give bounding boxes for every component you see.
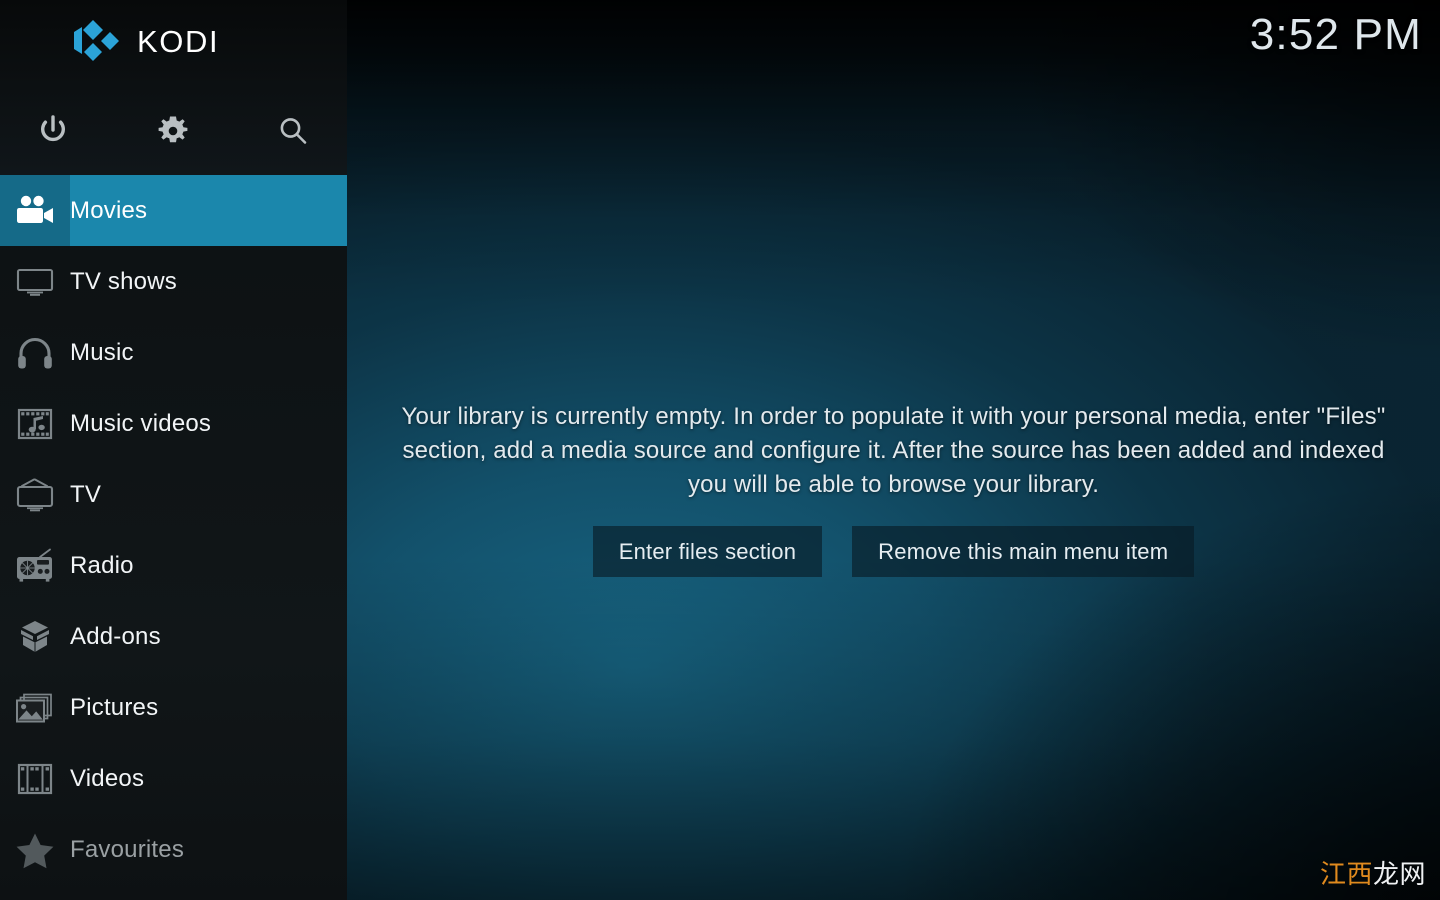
watermark-part-2: 龙网	[1372, 860, 1426, 890]
film-strip-icon-wrap	[0, 743, 70, 814]
power-button[interactable]	[30, 108, 76, 154]
sidebar-item-label: Radio	[70, 551, 134, 579]
photos-icon	[16, 693, 52, 722]
sidebar-item-pictures[interactable]: Pictures	[0, 672, 347, 743]
settings-button[interactable]	[150, 108, 196, 154]
film-strip-icon	[17, 763, 53, 794]
watermark: 江西龙网	[1320, 862, 1426, 888]
sidebar-item-music-videos[interactable]: Music videos	[0, 388, 347, 459]
empty-library-actions: Enter files section Remove this main men…	[394, 526, 1394, 577]
film-note-icon-wrap	[0, 388, 70, 459]
sidebar-item-movies[interactable]: Movies	[0, 175, 347, 246]
sidebar-item-label: Videos	[70, 764, 145, 792]
sidebar-item-label: Add-ons	[70, 622, 161, 650]
sidebar-item-label: Music	[70, 338, 134, 366]
search-icon	[280, 118, 307, 144]
sidebar-item-tv[interactable]: TV	[0, 459, 347, 530]
search-button[interactable]	[270, 108, 316, 154]
power-icon	[41, 115, 65, 142]
sidebar-item-label: Favourites	[70, 835, 185, 863]
headphones-icon-wrap	[0, 317, 70, 388]
empty-library-message: Your library is currently empty. In orde…	[401, 403, 1386, 498]
kodi-home-screen: 3:52 PM KODI Movies TV shows Music Music…	[0, 0, 1440, 900]
gear-icon	[158, 116, 188, 143]
sidebar-item-label: Music videos	[70, 409, 212, 437]
sidebar-item-tv-shows[interactable]: TV shows	[0, 246, 347, 317]
open-box-icon-wrap	[0, 601, 70, 672]
remove-main-menu-item-button[interactable]: Remove this main menu item	[852, 526, 1195, 577]
sidebar-item-favourites[interactable]: Favourites	[0, 814, 347, 885]
sidebar-item-radio[interactable]: Radio	[0, 530, 347, 601]
star-icon	[16, 833, 54, 868]
retro-tv-icon	[16, 478, 54, 511]
kodi-logo: KODI	[68, 18, 219, 66]
photos-icon-wrap	[0, 672, 70, 743]
main-content: Your library is currently empty. In orde…	[347, 0, 1440, 900]
open-box-icon	[21, 620, 49, 652]
sidebar-item-label: Movies	[70, 196, 148, 224]
monitor-icon	[16, 268, 54, 296]
radio-icon	[17, 548, 52, 582]
film-note-icon	[17, 408, 53, 439]
watermark-part-1: 江西	[1319, 860, 1373, 890]
empty-library-panel: Your library is currently empty. In orde…	[394, 400, 1394, 577]
sidebar-item-label: Pictures	[70, 693, 159, 721]
headphones-icon	[18, 337, 52, 368]
monitor-icon-wrap	[0, 246, 70, 317]
movie-camera-icon-wrap	[0, 175, 70, 246]
movie-camera-icon	[17, 195, 53, 223]
sidebar-item-label: TV shows	[70, 267, 177, 295]
sidebar-item-music[interactable]: Music	[0, 317, 347, 388]
sidebar-item-add-ons[interactable]: Add-ons	[0, 601, 347, 672]
retro-tv-icon-wrap	[0, 459, 70, 530]
sidebar: KODI Movies TV shows Music Music videos …	[0, 0, 347, 900]
star-icon-wrap	[0, 814, 70, 885]
main-menu: Movies TV shows Music Music videos TV Ra…	[0, 175, 347, 885]
enter-files-section-button[interactable]: Enter files section	[592, 526, 823, 577]
sidebar-item-label: TV	[70, 480, 102, 508]
kodi-logo-text: KODI	[137, 23, 220, 59]
sidebar-header: KODI	[0, 0, 347, 87]
sidebar-toolbar	[0, 87, 347, 175]
radio-icon-wrap	[0, 530, 70, 601]
kodi-logo-icon	[74, 20, 119, 61]
sidebar-item-videos[interactable]: Videos	[0, 743, 347, 814]
